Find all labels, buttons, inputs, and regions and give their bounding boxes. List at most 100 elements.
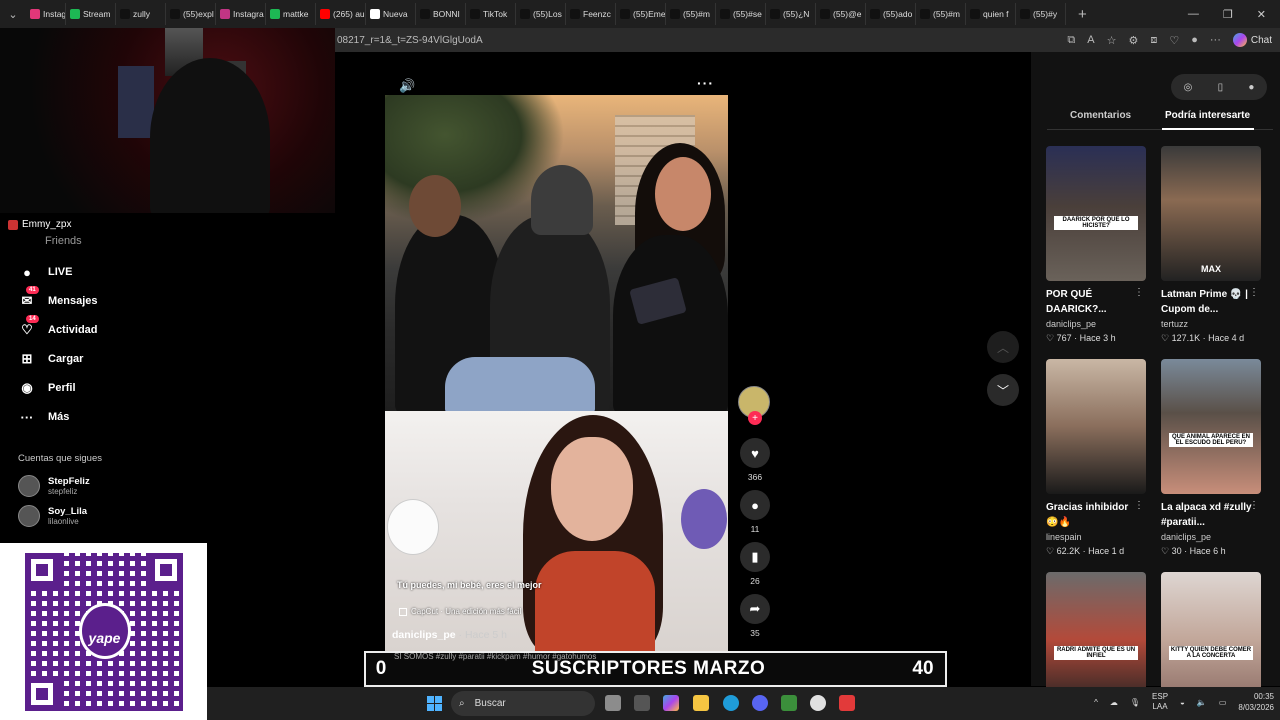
tab-suggested[interactable]: Podría interesarte <box>1165 110 1250 121</box>
url-text[interactable]: 08217_r=1&_t=ZS-94VlGlgUodA <box>335 35 483 46</box>
browser-tab[interactable]: mattke <box>266 3 316 25</box>
tab-comments[interactable]: Comentarios <box>1070 110 1131 121</box>
new-tab-button[interactable]: + <box>1078 6 1087 23</box>
minimize-icon[interactable]: — <box>1188 8 1199 21</box>
browser-tab[interactable]: (55)ado <box>866 3 916 25</box>
video-frame-top[interactable] <box>385 95 728 411</box>
language-indicator[interactable]: ESP LAA <box>1152 692 1168 712</box>
browser-tab[interactable]: (55)expl <box>166 3 216 25</box>
start-button[interactable] <box>427 696 442 711</box>
card-user[interactable]: linespain <box>1046 532 1146 542</box>
translate-icon[interactable]: A <box>1087 34 1094 46</box>
taskbar-app[interactable] <box>839 695 855 711</box>
wifi-icon[interactable]: ◒ <box>1180 698 1185 707</box>
card-user[interactable]: tertuzz <box>1161 319 1261 329</box>
open-app-icon[interactable]: ⧉ <box>1067 34 1075 47</box>
device-icon[interactable]: ▯ <box>1218 82 1224 93</box>
browser-tab[interactable]: zully <box>116 3 166 25</box>
battery-icon[interactable]: ▭ <box>1219 698 1227 707</box>
settings-icon[interactable]: ◎ <box>1184 82 1193 93</box>
card-user[interactable]: daniclips_pe <box>1046 319 1146 329</box>
share-icon: ➦ <box>740 594 770 624</box>
copilot-app-icon[interactable] <box>663 695 679 711</box>
browser-tab[interactable]: Stream <box>66 3 116 25</box>
taskbar-app[interactable] <box>810 695 826 711</box>
taskbar-app[interactable] <box>781 695 797 711</box>
copilot-chat-button[interactable]: Chat <box>1232 33 1272 47</box>
video-thumbnail[interactable]: MAX <box>1161 146 1261 281</box>
extensions-icon[interactable]: ⚙ <box>1128 34 1138 47</box>
follow-plus-icon[interactable]: + <box>748 411 762 425</box>
edge-icon[interactable] <box>723 695 739 711</box>
browser-tab[interactable]: BONNI <box>416 3 466 25</box>
file-explorer-icon[interactable] <box>693 695 709 711</box>
address-bar[interactable]: 08217_r=1&_t=ZS-94VlGlgUodA ⧉ A ☆ ⚙ ⧈ ♡ … <box>335 28 1280 52</box>
author-avatar[interactable]: + <box>738 386 770 425</box>
more-options-icon[interactable]: ··· <box>697 75 714 91</box>
following-item[interactable]: Soy_Lila lilaonlive <box>18 505 87 527</box>
browser-tab[interactable]: Feenzc <box>566 3 616 25</box>
next-video-button[interactable]: ﹀ <box>987 374 1019 406</box>
sidebar-item-cargar[interactable]: ⊞ Cargar <box>18 350 84 368</box>
card-more-icon[interactable]: ⋮ <box>1249 500 1259 511</box>
heart-icon[interactable]: ♡ <box>1169 34 1179 47</box>
browser-tab[interactable]: (55)Eme <box>616 3 666 25</box>
browser-tab[interactable]: Instagra <box>216 3 266 25</box>
previous-video-button[interactable]: ︿ <box>987 331 1019 363</box>
taskbar-app[interactable] <box>605 695 621 711</box>
browser-tab[interactable]: (55)@e <box>816 3 866 25</box>
browser-tab[interactable]: (265) au <box>316 3 366 25</box>
sidebar-item-actividad[interactable]: ♡ 14 Actividad <box>18 315 98 339</box>
card-user[interactable]: daniclips_pe <box>1161 532 1261 542</box>
cloud-icon[interactable]: ☁ <box>1110 698 1118 707</box>
browser-tab[interactable]: (55)¿N <box>766 3 816 25</box>
share-button[interactable]: ➦ 35 <box>738 594 772 638</box>
chevron-up-icon[interactable]: ^ <box>1094 698 1098 707</box>
close-icon[interactable]: ✕ <box>1257 8 1266 21</box>
sidebar-item-live[interactable]: ● LIVE <box>18 263 72 281</box>
browser-tab[interactable]: (55)#m <box>666 3 716 25</box>
volume-icon[interactable]: 🔊 <box>399 78 415 94</box>
card-more-icon[interactable]: ⋮ <box>1134 500 1144 511</box>
suggested-video-card[interactable]: QUE ANIMAL APARECE EN EL ESCUDO DEL PERU… <box>1161 359 1261 557</box>
profile-icon[interactable]: ● <box>1191 34 1198 46</box>
capcut-link[interactable]: CapCut · Una edición más fácil <box>399 607 521 616</box>
browser-tab[interactable]: Instagra <box>26 3 66 25</box>
browser-tab[interactable]: (55)#m <box>916 3 966 25</box>
discord-icon[interactable] <box>752 695 768 711</box>
microphone-icon[interactable]: 🎙 <box>1130 698 1140 707</box>
sidebar-item-perfil[interactable]: ◉ Perfil <box>18 379 75 397</box>
save-button[interactable]: ▮ 26 <box>738 542 772 586</box>
browser-tab[interactable]: TikTok <box>466 3 516 25</box>
following-item[interactable]: StepFeliz stepfeliz <box>18 475 90 497</box>
video-author[interactable]: daniclips_pe · Hace 5 h <box>392 629 507 641</box>
like-button[interactable]: ♥ 366 <box>738 438 772 482</box>
card-more-icon[interactable]: ⋮ <box>1249 287 1259 298</box>
suggested-video-card[interactable]: MAX ⋮ Latman Prime 💀 | Cupom de... tertuzz ♡… <box>1161 146 1261 344</box>
browser-tab[interactable]: (55)#se <box>716 3 766 25</box>
taskbar-search[interactable]: ⌕ Buscar <box>451 691 595 716</box>
suggested-video-card[interactable]: ⋮ Gracias inhibidor 😳🔥 linespain ♡ 62.2K · … <box>1046 359 1146 557</box>
tab-actions-icon[interactable]: ⌄ <box>0 0 26 28</box>
favorite-icon[interactable]: ☆ <box>1107 34 1117 47</box>
volume-tray-icon[interactable]: 🔈 <box>1197 698 1207 707</box>
sidebar-item-ms[interactable]: ··· Más <box>18 408 70 426</box>
video-thumbnail[interactable]: QUE ANIMAL APARECE EN EL ESCUDO DEL PERU… <box>1161 359 1261 494</box>
video-thumbnail[interactable]: DAARICK POR QUE LO HICISTE? <box>1046 146 1146 281</box>
maximize-icon[interactable]: ❐ <box>1223 8 1233 21</box>
video-thumbnail[interactable] <box>1046 359 1146 494</box>
collections-icon[interactable]: ⧈ <box>1150 34 1157 47</box>
card-more-icon[interactable]: ⋮ <box>1134 287 1144 298</box>
user-avatar-icon[interactable]: ● <box>1248 82 1254 93</box>
sidebar-item-mensajes[interactable]: ✉ 41 Mensajes <box>18 286 98 310</box>
comment-button[interactable]: ● 11 <box>738 490 772 534</box>
taskbar-app[interactable] <box>634 695 650 711</box>
browser-tab[interactable]: (55)#y <box>1016 3 1066 25</box>
browser-tab[interactable]: (55)Los <box>516 3 566 25</box>
browser-tab[interactable]: quien f <box>966 3 1016 25</box>
clock[interactable]: 00:35 8/03/2026 <box>1238 691 1274 713</box>
menu-icon[interactable]: ··· <box>1210 34 1221 46</box>
browser-tab[interactable]: Nueva <box>366 3 416 25</box>
suggested-video-card[interactable]: DAARICK POR QUE LO HICISTE? ⋮ POR QUÉ DAAR… <box>1046 146 1146 344</box>
sidebar-item-friends[interactable]: Friends <box>45 235 82 247</box>
